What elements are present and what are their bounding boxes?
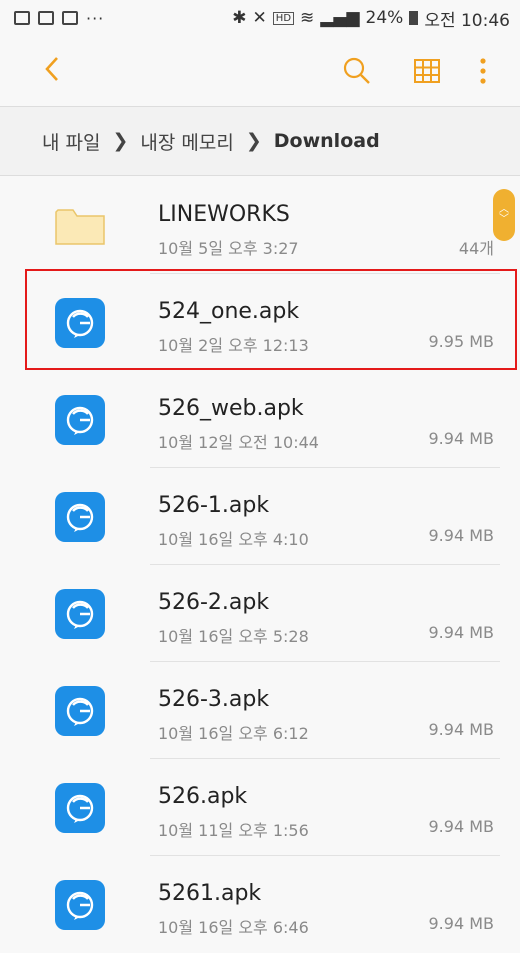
lineworks-app-icon (55, 589, 105, 639)
file-size: 9.94 MB (428, 526, 495, 545)
breadcrumb-internal-storage[interactable]: 내장 메모리 (140, 128, 233, 155)
file-date: 10월 16일 오후 6:12 (158, 724, 309, 743)
file-date: 10월 16일 오후 6:46 (158, 918, 309, 937)
lineworks-app-icon (55, 298, 105, 348)
chevron-left-icon (45, 57, 58, 81)
file-name: 526_web.apk (158, 396, 304, 421)
file-name: 526-3.apk (158, 687, 270, 712)
bluetooth-icon: ✱ (232, 8, 247, 28)
file-name: LINEWORKS (158, 202, 290, 227)
file-size: 9.94 MB (428, 914, 495, 933)
file-name: 524_one.apk (158, 299, 300, 324)
file-date: 10월 12일 오전 10:44 (158, 433, 319, 452)
file-name: 526.apk (158, 784, 248, 809)
file-date: 10월 16일 오후 5:28 (158, 627, 309, 646)
file-date: 10월 16일 오후 4:10 (158, 530, 309, 549)
file-date: 10월 2일 오후 12:13 (158, 336, 309, 355)
app-bar (0, 36, 520, 106)
app-notification-icon (38, 11, 54, 25)
hd-voice-icon: HD (272, 11, 295, 25)
search-icon (343, 57, 370, 84)
lineworks-app-icon (55, 880, 105, 930)
folder-icon (55, 209, 105, 245)
file-size: 9.94 MB (428, 429, 495, 448)
file-size: 9.94 MB (428, 817, 495, 836)
file-date: 10월 11일 오후 1:56 (158, 821, 309, 840)
list-item-apk[interactable]: 524_one.apk 10월 2일 오후 12:13 9.95 MB (0, 274, 520, 371)
lineworks-app-icon (55, 395, 105, 445)
list-item-apk[interactable]: 5261.apk 10월 16일 오후 6:46 9.94 MB (0, 856, 520, 953)
mail-notification-icon (62, 11, 78, 25)
file-size: 9.95 MB (428, 332, 495, 351)
search-button[interactable] (342, 56, 372, 90)
breadcrumb-my-files[interactable]: 내 파일 (42, 128, 100, 155)
more-vert-icon (480, 58, 486, 84)
more-options-button[interactable] (476, 56, 490, 90)
grid-view-icon (414, 59, 440, 83)
file-count: 44개 (458, 239, 494, 258)
back-button[interactable] (42, 54, 70, 84)
file-name: 526-2.apk (158, 590, 270, 615)
lineworks-app-icon (55, 492, 105, 542)
lineworks-app-icon (55, 783, 105, 833)
file-size: 9.94 MB (428, 623, 495, 642)
file-name: 526-1.apk (158, 493, 270, 518)
file-size: 9.94 MB (428, 720, 495, 739)
file-name: 5261.apk (158, 881, 262, 906)
breadcrumb-download[interactable]: Download (274, 130, 380, 152)
chevron-right-icon: ❯ (112, 130, 129, 152)
clock: 오전 10:46 (424, 10, 510, 31)
list-item-apk[interactable]: 526_web.apk 10월 12일 오전 10:44 9.94 MB (0, 371, 520, 468)
list-item-apk[interactable]: 526-3.apk 10월 16일 오후 6:12 9.94 MB (0, 662, 520, 759)
battery-icon (409, 11, 419, 25)
list-item-folder[interactable]: LINEWORKS 10월 5일 오후 3:27 44개 (0, 177, 520, 274)
list-item-apk[interactable]: 526-1.apk 10월 16일 오후 4:10 9.94 MB (0, 468, 520, 565)
file-list: LINEWORKS 10월 5일 오후 3:27 44개 524_one.apk… (0, 177, 520, 953)
file-date: 10월 5일 오후 3:27 (158, 239, 299, 258)
wifi-icon: ≋ (300, 8, 315, 28)
status-bar: ··· ✱ ✕ HD ≋ ▂▄▆ 24% 오전 10:46 (0, 0, 520, 36)
list-item-apk[interactable]: 526-2.apk 10월 16일 오후 5:28 9.94 MB (0, 565, 520, 662)
battery-percent: 24% (365, 8, 404, 28)
breadcrumb: 내 파일 ❯ 내장 메모리 ❯ Download (0, 106, 520, 176)
chevron-right-icon: ❯ (245, 130, 262, 152)
lineworks-app-icon (55, 686, 105, 736)
list-item-apk[interactable]: 526.apk 10월 11일 오후 1:56 9.94 MB (0, 759, 520, 856)
more-notifications-icon: ··· (86, 8, 105, 28)
chevron-down-icon: ﹀ (499, 214, 509, 225)
fast-scroll-thumb[interactable]: ︿ ﹀ (493, 189, 515, 241)
grid-view-button[interactable] (412, 56, 442, 90)
gallery-notification-icon (14, 11, 30, 25)
mute-icon: ✕ (252, 8, 267, 28)
signal-icon: ▂▄▆ (320, 8, 360, 28)
